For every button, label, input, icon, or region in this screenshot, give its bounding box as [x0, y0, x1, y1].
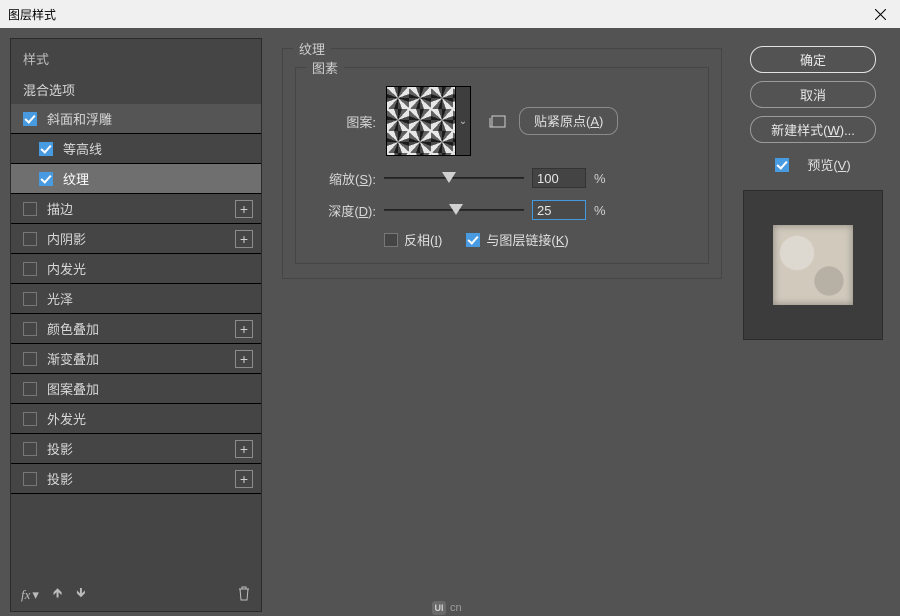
move-down-icon[interactable]: 🡻	[76, 584, 85, 606]
invert-checkbox[interactable]: 反相(I)	[384, 230, 442, 249]
scale-label: 缩放(S):	[308, 169, 376, 188]
style-label: 投影	[47, 439, 235, 458]
scale-slider[interactable]	[384, 170, 524, 186]
depth-unit: %	[594, 203, 606, 218]
style-item-8[interactable]: 渐变叠加+	[11, 344, 261, 374]
checkbox-icon[interactable]	[23, 472, 37, 486]
checkbox-icon[interactable]	[23, 412, 37, 426]
style-item-9[interactable]: 图案叠加	[11, 374, 261, 404]
preview-swatch	[773, 225, 853, 305]
checkbox-icon[interactable]	[23, 292, 37, 306]
style-label: 纹理	[63, 169, 253, 188]
scale-input[interactable]	[532, 168, 586, 188]
style-label: 投影	[47, 469, 235, 488]
styles-panel: 样式 混合选项 斜面和浮雕等高线纹理描边+内阴影+内发光光泽颜色叠加+渐变叠加+…	[10, 38, 262, 612]
style-label: 渐变叠加	[47, 349, 235, 368]
pattern-label: 图案:	[308, 112, 376, 131]
style-item-5[interactable]: 内发光	[11, 254, 261, 284]
add-effect-icon[interactable]: +	[235, 200, 253, 218]
move-up-icon[interactable]: 🡹	[53, 584, 62, 606]
snap-origin-button[interactable]: 贴紧原点(A)	[519, 107, 618, 135]
titlebar: 图层样式	[0, 0, 900, 28]
fx-menu[interactable]: fx	[21, 587, 30, 603]
checkbox-icon[interactable]	[23, 232, 37, 246]
style-item-4[interactable]: 内阴影+	[11, 224, 261, 254]
style-item-12[interactable]: 投影+	[11, 464, 261, 494]
pattern-row: 图案: ⌄ 贴紧原点(A)	[308, 86, 696, 156]
watermark-icon: UI	[432, 601, 446, 615]
options-panel: 纹理 图素 图案: ⌄ 贴紧原点(A)	[262, 38, 732, 612]
checkbox-icon[interactable]	[23, 262, 37, 276]
trash-icon[interactable]	[237, 586, 251, 604]
checkbox-icon[interactable]	[23, 202, 37, 216]
style-label: 内阴影	[47, 229, 235, 248]
texture-fieldset: 纹理 图素 图案: ⌄ 贴紧原点(A)	[282, 48, 722, 279]
watermark: UI cn	[432, 601, 462, 615]
add-effect-icon[interactable]: +	[235, 470, 253, 488]
pattern-legend: 图素	[306, 58, 344, 77]
checkbox-icon	[775, 158, 789, 172]
style-label: 光泽	[47, 289, 253, 308]
depth-input[interactable]	[532, 200, 586, 220]
link-checkbox[interactable]: 与图层链接(K)	[466, 230, 568, 249]
scale-unit: %	[594, 171, 606, 186]
style-label: 颜色叠加	[47, 319, 235, 338]
add-effect-icon[interactable]: +	[235, 320, 253, 338]
add-effect-icon[interactable]: +	[235, 440, 253, 458]
style-item-7[interactable]: 颜色叠加+	[11, 314, 261, 344]
pattern-dropdown[interactable]: ⌄	[456, 86, 471, 156]
depth-label: 深度(D):	[308, 201, 376, 220]
preview-checkbox[interactable]: 预览(V)	[775, 155, 850, 174]
style-item-11[interactable]: 投影+	[11, 434, 261, 464]
checkbox-icon[interactable]	[23, 112, 37, 126]
style-label: 图案叠加	[47, 379, 253, 398]
style-item-3[interactable]: 描边+	[11, 194, 261, 224]
texture-legend: 纹理	[293, 39, 331, 58]
pattern-fieldset: 图素 图案: ⌄ 贴紧原点(A) 缩放(S):	[295, 67, 709, 264]
styles-footer: fx▾ 🡹 🡻	[11, 579, 261, 611]
fx-dropdown-icon[interactable]: ▾	[32, 587, 39, 603]
checkbox-icon	[384, 233, 398, 247]
option-row: 反相(I) 与图层链接(K)	[384, 230, 696, 249]
scale-row: 缩放(S): %	[308, 168, 696, 188]
depth-slider[interactable]	[384, 202, 524, 218]
close-button[interactable]	[860, 0, 900, 28]
style-label: 等高线	[63, 139, 253, 158]
checkbox-icon[interactable]	[23, 382, 37, 396]
style-item-0[interactable]: 斜面和浮雕	[11, 104, 261, 134]
cancel-button[interactable]: 取消	[750, 81, 876, 108]
ok-button[interactable]: 确定	[750, 46, 876, 73]
style-item-10[interactable]: 外发光	[11, 404, 261, 434]
style-label: 斜面和浮雕	[47, 109, 253, 128]
style-item-1[interactable]: 等高线	[11, 134, 261, 164]
new-style-button[interactable]: 新建样式(W)...	[750, 116, 876, 143]
checkbox-icon	[466, 233, 480, 247]
pattern-swatch[interactable]	[386, 86, 456, 156]
add-effect-icon[interactable]: +	[235, 350, 253, 368]
style-item-2[interactable]: 纹理	[11, 164, 261, 194]
blending-options-row[interactable]: 混合选项	[11, 74, 261, 104]
depth-row: 深度(D): %	[308, 200, 696, 220]
checkbox-icon[interactable]	[39, 142, 53, 156]
checkbox-icon[interactable]	[39, 172, 53, 186]
new-preset-icon[interactable]	[487, 112, 509, 130]
chevron-down-icon: ⌄	[459, 116, 467, 127]
dialog-content: 样式 混合选项 斜面和浮雕等高线纹理描边+内阴影+内发光光泽颜色叠加+渐变叠加+…	[0, 28, 900, 616]
style-label: 描边	[47, 199, 235, 218]
style-label: 外发光	[47, 409, 253, 428]
action-panel: 确定 取消 新建样式(W)... 预览(V)	[732, 38, 892, 612]
add-effect-icon[interactable]: +	[235, 230, 253, 248]
checkbox-icon[interactable]	[23, 322, 37, 336]
blending-label: 混合选项	[23, 80, 253, 99]
styles-heading[interactable]: 样式	[11, 39, 261, 74]
style-label: 内发光	[47, 259, 253, 278]
window-title: 图层样式	[8, 6, 56, 23]
checkbox-icon[interactable]	[23, 442, 37, 456]
preview-box	[743, 190, 883, 340]
style-item-6[interactable]: 光泽	[11, 284, 261, 314]
checkbox-icon[interactable]	[23, 352, 37, 366]
